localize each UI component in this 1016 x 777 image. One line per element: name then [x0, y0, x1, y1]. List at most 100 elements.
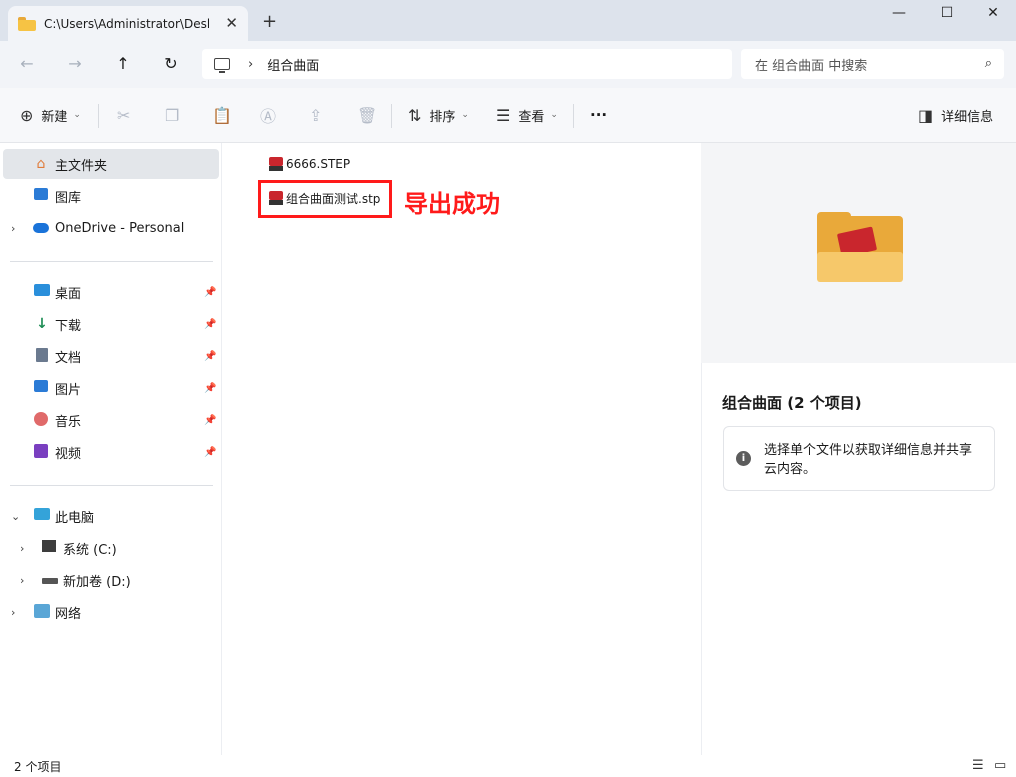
clipboard-icon: 📋 — [212, 105, 232, 125]
computer-icon[interactable] — [214, 58, 230, 73]
sidebar-item-drive-c[interactable]: › 系统 (C:) — [0, 533, 222, 563]
rename-icon: Ⓐ — [260, 107, 277, 126]
trash-icon: 🗑 — [357, 105, 378, 125]
pin-icon[interactable]: 📌 — [204, 415, 216, 426]
tab-title: C:\Users\Administrator\Desktop — [44, 16, 209, 31]
new-label: 新建 — [41, 109, 68, 125]
sidebar-divider — [10, 485, 213, 486]
details-pane-button[interactable]: ◨ 详细信息 — [918, 104, 993, 126]
pin-icon[interactable]: 📌 — [204, 383, 216, 394]
forward-button[interactable]: → — [63, 52, 87, 76]
sort-icon: ⇅ — [408, 105, 422, 125]
title-bar: C:\Users\Administrator\Desktop ✕ + — ☐ ✕ — [0, 0, 1016, 41]
refresh-button[interactable]: ↻ — [159, 52, 183, 76]
sidebar-item-documents[interactable]: 文档 📌 — [0, 341, 222, 371]
sidebar-item-downloads[interactable]: ↓ 下载 📌 — [0, 309, 222, 339]
toolbar-divider — [391, 104, 392, 128]
sidebar-item-this-pc[interactable]: ⌄ 此电脑 — [0, 501, 222, 531]
up-button[interactable]: ↑ — [111, 52, 135, 76]
solidworks-file-icon — [268, 156, 284, 172]
annotation-text: 导出成功 — [404, 190, 500, 218]
sidebar-item-label: 网络 — [55, 606, 82, 622]
expand-chevron-icon[interactable]: ⌄ — [11, 510, 20, 523]
details-view-button[interactable]: ☰ — [972, 758, 984, 773]
copy-button[interactable]: ❐ — [165, 104, 187, 126]
sort-label: 排序 — [429, 109, 456, 125]
desktop-icon — [34, 284, 50, 300]
pin-icon[interactable]: 📌 — [204, 351, 216, 362]
pictures-icon — [34, 380, 50, 396]
expand-chevron-icon[interactable]: › — [11, 606, 15, 619]
back-button[interactable]: ← — [15, 52, 39, 76]
command-bar: ⊕ 新建 ⌄ ✂ ❐ 📋 Ⓐ ⇪ 🗑 ⇅ 排序 ⌄ ☰ 查看 ⌄ ··· ◨ 详… — [0, 88, 1016, 143]
chevron-down-icon: ⌄ — [461, 110, 469, 120]
sidebar-item-videos[interactable]: 视频 📌 — [0, 437, 222, 467]
sidebar-item-music[interactable]: 音乐 📌 — [0, 405, 222, 435]
sidebar-item-onedrive[interactable]: › OneDrive - Personal — [0, 213, 222, 243]
chevron-down-icon: ⌄ — [73, 110, 81, 120]
tab-desktop[interactable]: C:\Users\Administrator\Desktop ✕ — [8, 6, 248, 41]
share-button[interactable]: ⇪ — [309, 104, 330, 126]
breadcrumb-folder[interactable]: 组合曲面 — [267, 55, 319, 74]
copy-icon: ❐ — [165, 105, 180, 125]
drive-icon — [42, 578, 58, 594]
preview-area — [701, 143, 1016, 363]
file-list — [222, 143, 701, 755]
windows-drive-icon — [42, 540, 58, 556]
computer-icon — [34, 508, 50, 524]
info-icon: i — [736, 451, 751, 466]
sidebar-item-home[interactable]: ⌂ 主文件夹 — [3, 149, 219, 179]
delete-button[interactable]: 🗑 — [357, 104, 385, 126]
expand-chevron-icon[interactable]: › — [11, 222, 15, 235]
close-button[interactable]: ✕ — [970, 5, 1016, 25]
status-bar: 2 个项目 ☰ ▭ — [0, 755, 1016, 777]
view-button[interactable]: ☰ 查看 ⌄ — [496, 104, 558, 126]
address-bar[interactable]: › 组合曲面 — [202, 49, 732, 79]
network-icon — [34, 604, 50, 620]
more-options-button[interactable]: ··· — [590, 104, 607, 126]
new-tab-button[interactable]: + — [262, 11, 277, 32]
home-icon: ⌂ — [36, 156, 46, 172]
tab-close-icon[interactable]: ✕ — [225, 14, 238, 32]
file-name: 6666.STEP — [286, 157, 351, 171]
sidebar-item-label: 此电脑 — [55, 510, 95, 526]
cut-button[interactable]: ✂ — [117, 104, 138, 126]
sidebar-item-label: 主文件夹 — [55, 158, 108, 174]
file-item[interactable]: 6666.STEP — [268, 154, 350, 174]
sidebar-item-label: 图库 — [55, 190, 82, 206]
maximize-button[interactable]: ☐ — [924, 5, 970, 25]
sidebar-item-label: 系统 (C:) — [63, 542, 117, 558]
toolbar-divider — [573, 104, 574, 128]
sidebar-item-drive-d[interactable]: › 新加卷 (D:) — [0, 565, 222, 595]
navigation-bar: ← → ↑ ↻ › 组合曲面 在 组合曲面 中搜索 ⌕ — [0, 41, 1016, 88]
view-list-icon: ☰ — [496, 105, 511, 125]
paste-button[interactable]: 📋 — [212, 104, 240, 126]
details-pane-icon: ◨ — [918, 105, 934, 125]
sidebar-divider — [10, 261, 213, 262]
search-icon[interactable]: ⌕ — [985, 56, 992, 71]
expand-chevron-icon[interactable]: › — [20, 542, 24, 555]
pin-icon[interactable]: 📌 — [204, 287, 216, 298]
sort-button[interactable]: ⇅ 排序 ⌄ — [408, 104, 469, 126]
gallery-icon — [34, 188, 50, 204]
expand-chevron-icon[interactable]: › — [20, 574, 24, 587]
new-button[interactable]: ⊕ 新建 ⌄ — [20, 104, 81, 126]
sidebar-item-label: 下载 — [55, 318, 82, 334]
share-icon: ⇪ — [309, 105, 323, 125]
sidebar-item-label: 视频 — [55, 446, 82, 462]
breadcrumb-chevron-icon[interactable]: › — [248, 57, 253, 72]
pin-icon[interactable]: 📌 — [204, 319, 216, 330]
view-label: 查看 — [518, 109, 545, 125]
sidebar-item-pictures[interactable]: 图片 📌 — [0, 373, 222, 403]
sidebar-item-label: 新加卷 (D:) — [63, 574, 131, 590]
rename-button[interactable]: Ⓐ — [260, 104, 284, 126]
search-input[interactable]: 在 组合曲面 中搜索 ⌕ — [741, 49, 1004, 79]
plus-circle-icon: ⊕ — [20, 105, 34, 125]
sidebar-item-desktop[interactable]: 桌面 📌 — [0, 277, 222, 307]
pin-icon[interactable]: 📌 — [204, 447, 216, 458]
tiles-view-button[interactable]: ▭ — [994, 758, 1006, 773]
sidebar-item-network[interactable]: › 网络 — [0, 597, 222, 627]
navigation-pane: ⌂ 主文件夹 图库 › OneDrive - Personal 桌面 📌 ↓ 下… — [0, 143, 222, 755]
minimize-button[interactable]: — — [876, 5, 922, 25]
sidebar-item-gallery[interactable]: 图库 — [0, 181, 222, 211]
